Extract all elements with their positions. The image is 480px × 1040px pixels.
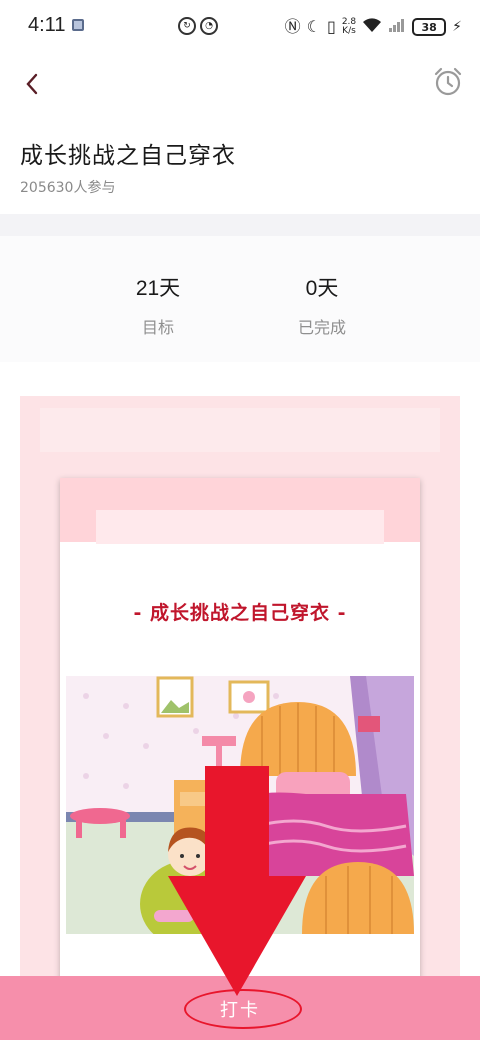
- status-bar: 4:11 ↻ ◔ Ⓝ ☾ ▯ 2.8 K/s 38 ⚡: [0, 0, 480, 56]
- network-speed: 2.8 K/s: [342, 18, 356, 36]
- checkin-label: 打卡: [220, 1000, 260, 1021]
- data-usage-icon: ↻: [178, 17, 196, 35]
- charging-icon: ⚡: [452, 19, 462, 35]
- participant-count: 205630人参与: [20, 180, 116, 196]
- back-button[interactable]: [14, 64, 50, 104]
- pink-panel-header: [40, 408, 440, 452]
- status-icons: Ⓝ ☾ ▯ 2.8 K/s 38 ⚡: [285, 14, 462, 40]
- status-time: 4:11: [28, 14, 66, 36]
- alarm-clock-icon: [434, 67, 462, 96]
- section-divider: [0, 214, 480, 236]
- battery-icon: 38: [412, 18, 447, 36]
- completed-value: 0天: [305, 277, 339, 300]
- card-title: - 成长挑战之自己穿衣 -: [133, 602, 347, 624]
- stat-goal: 21天 目标: [98, 272, 218, 338]
- stats-panel: 21天 目标 0天 已完成: [0, 236, 480, 362]
- challenge-card[interactable]: - 成长挑战之自己穿衣 -: [60, 478, 420, 1018]
- card-header-inner: [96, 510, 384, 544]
- alarm-button[interactable]: [428, 62, 468, 102]
- wifi-icon: [362, 17, 382, 38]
- page-title: 成长挑战之自己穿衣: [20, 143, 236, 169]
- chevron-left-icon: [26, 73, 38, 95]
- moon-icon: ☾: [306, 17, 322, 36]
- network-speed-unit: K/s: [342, 26, 356, 36]
- nfc-icon: Ⓝ: [284, 17, 301, 36]
- signal-icon: [388, 17, 406, 38]
- completed-label: 已完成: [297, 318, 346, 337]
- nav-bar: [0, 56, 480, 116]
- gallery-notification-icon: [72, 19, 84, 31]
- checkin-button[interactable]: 打卡: [0, 976, 480, 1040]
- bedroom-illustration: [66, 676, 414, 934]
- goal-value: 21天: [135, 277, 181, 300]
- goal-label: 目标: [141, 318, 174, 337]
- stat-completed: 0天 已完成: [262, 272, 382, 338]
- speedometer-icon: ◔: [200, 17, 218, 35]
- vibrate-icon: ▯: [327, 17, 336, 36]
